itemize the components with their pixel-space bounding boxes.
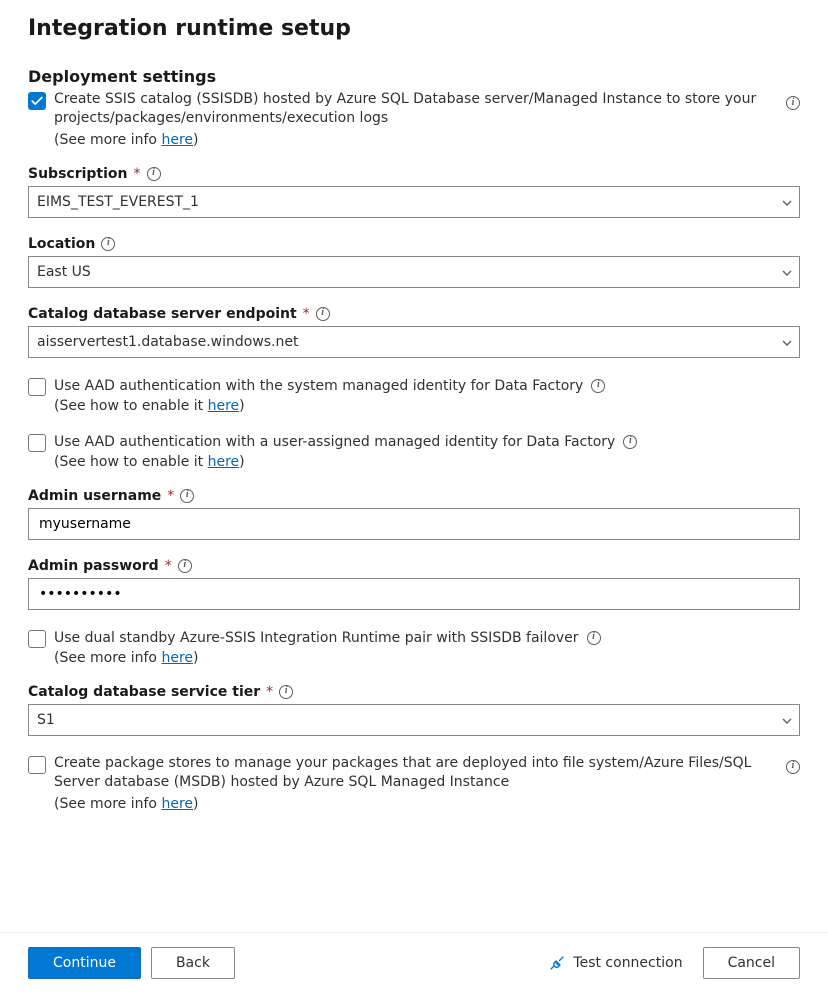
admin-password-input[interactable] <box>37 579 791 609</box>
service-tier-select[interactable]: S1 <box>28 704 800 736</box>
aad-user-checkbox[interactable] <box>28 434 46 452</box>
info-icon[interactable] <box>786 96 800 110</box>
endpoint-select[interactable]: aisservertest1.database.windows.net <box>28 326 800 358</box>
dual-standby-checkbox[interactable] <box>28 630 46 648</box>
info-icon[interactable] <box>316 307 330 321</box>
aad-user-helper: (See how to enable it here) <box>54 454 800 470</box>
required-asterisk: * <box>266 684 273 700</box>
package-stores-checkbox[interactable] <box>28 756 46 774</box>
aad-system-checkbox[interactable] <box>28 378 46 396</box>
create-ssisdb-label: Create SSIS catalog (SSISDB) hosted by A… <box>54 90 772 128</box>
footer-toolbar: Continue Back Test connection Cancel <box>0 932 828 993</box>
aad-system-label: Use AAD authentication with the system m… <box>54 378 583 394</box>
info-icon[interactable] <box>178 559 192 573</box>
location-select[interactable]: East US <box>28 256 800 288</box>
admin-username-label: Admin username <box>28 488 161 504</box>
chevron-down-icon <box>781 267 791 277</box>
package-stores-helper: (See more info here) <box>54 796 800 812</box>
chevron-down-icon <box>781 715 791 725</box>
create-ssisdb-helper: (See more info here) <box>54 132 800 148</box>
info-icon[interactable] <box>279 685 293 699</box>
subscription-value: EIMS_TEST_EVEREST_1 <box>37 194 199 210</box>
cancel-button[interactable]: Cancel <box>703 947 800 979</box>
info-icon[interactable] <box>101 237 115 251</box>
endpoint-label: Catalog database server endpoint <box>28 306 297 322</box>
subscription-select[interactable]: EIMS_TEST_EVEREST_1 <box>28 186 800 218</box>
page-title: Integration runtime setup <box>28 16 800 41</box>
service-tier-value: S1 <box>37 712 55 728</box>
info-icon[interactable] <box>147 167 161 181</box>
continue-button[interactable]: Continue <box>28 947 141 979</box>
required-asterisk: * <box>165 558 172 574</box>
endpoint-value: aisservertest1.database.windows.net <box>37 334 299 350</box>
admin-username-input[interactable] <box>37 509 791 539</box>
create-ssisdb-help-link[interactable]: here <box>161 132 193 148</box>
create-ssisdb-checkbox[interactable] <box>28 92 46 110</box>
chevron-down-icon <box>781 337 791 347</box>
aad-user-help-link[interactable]: here <box>208 454 240 470</box>
plug-icon <box>549 955 565 971</box>
info-icon[interactable] <box>786 760 800 774</box>
aad-user-label: Use AAD authentication with a user-assig… <box>54 434 615 450</box>
package-stores-label: Create package stores to manage your pac… <box>54 754 772 792</box>
back-button[interactable]: Back <box>151 947 235 979</box>
subscription-label: Subscription <box>28 166 128 182</box>
info-icon[interactable] <box>591 379 605 393</box>
required-asterisk: * <box>303 306 310 322</box>
test-connection-label: Test connection <box>573 955 682 971</box>
info-icon[interactable] <box>587 631 601 645</box>
info-icon[interactable] <box>180 489 194 503</box>
dual-standby-help-link[interactable]: here <box>161 650 193 666</box>
test-connection-button[interactable]: Test connection <box>549 955 682 971</box>
required-asterisk: * <box>134 166 141 182</box>
dual-standby-helper: (See more info here) <box>54 650 800 666</box>
deployment-settings-heading: Deployment settings <box>28 67 800 86</box>
service-tier-label: Catalog database service tier <box>28 684 260 700</box>
location-value: East US <box>37 264 91 280</box>
location-label: Location <box>28 236 95 252</box>
chevron-down-icon <box>781 197 791 207</box>
aad-system-help-link[interactable]: here <box>208 398 240 414</box>
package-stores-help-link[interactable]: here <box>161 796 193 812</box>
info-icon[interactable] <box>623 435 637 449</box>
admin-password-label: Admin password <box>28 558 159 574</box>
aad-system-helper: (See how to enable it here) <box>54 398 800 414</box>
dual-standby-label: Use dual standby Azure-SSIS Integration … <box>54 630 579 646</box>
required-asterisk: * <box>167 488 174 504</box>
